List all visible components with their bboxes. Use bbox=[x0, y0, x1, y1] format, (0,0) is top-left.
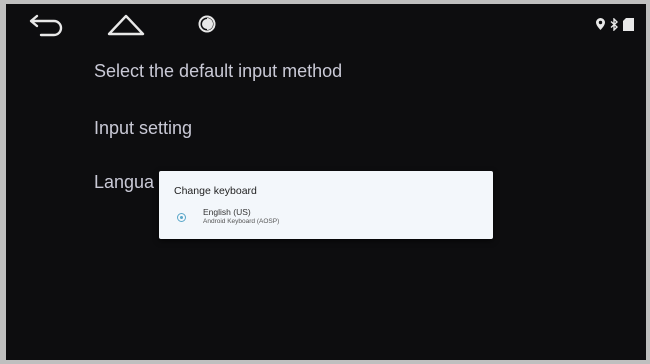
back-arrow-icon bbox=[29, 14, 63, 37]
language-item[interactable]: Langua bbox=[94, 172, 154, 193]
option-name: English (US) bbox=[203, 207, 251, 217]
select-default-input-method-item[interactable]: Select the default input method bbox=[94, 61, 342, 82]
home-button[interactable] bbox=[104, 8, 148, 40]
radio-selected-icon[interactable] bbox=[177, 213, 186, 222]
dialog-title: Change keyboard bbox=[174, 185, 257, 197]
status-icons bbox=[596, 14, 634, 34]
brightness-icon bbox=[198, 15, 216, 33]
home-icon bbox=[107, 14, 145, 36]
back-button[interactable] bbox=[26, 8, 68, 40]
option-subtitle: Android Keyboard (AOSP) bbox=[203, 218, 280, 225]
signal-icon bbox=[623, 17, 634, 31]
bluetooth-icon bbox=[610, 17, 618, 31]
change-keyboard-dialog: Change keyboard English (US) Android Key… bbox=[159, 171, 493, 239]
brightness-button[interactable] bbox=[192, 8, 222, 40]
device-screen: Select the default input method Input se… bbox=[6, 4, 646, 360]
input-setting-item[interactable]: Input setting bbox=[94, 118, 192, 139]
status-bar bbox=[6, 4, 646, 44]
keyboard-option-english-us[interactable]: English (US) Android Keyboard (AOSP) bbox=[171, 205, 471, 231]
location-icon bbox=[596, 18, 605, 30]
